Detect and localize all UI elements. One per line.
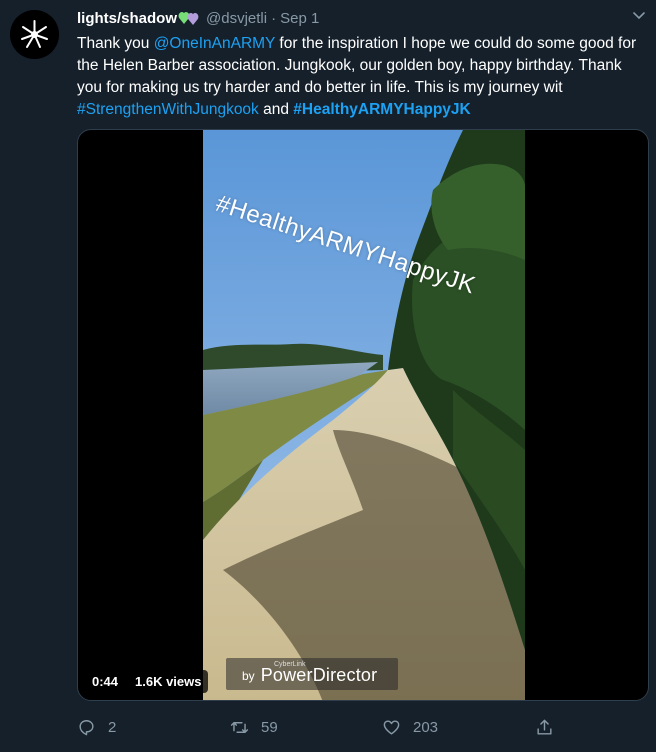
user-handle[interactable]: @dsvjetli bbox=[206, 10, 267, 27]
avatar[interactable] bbox=[10, 10, 59, 59]
watermark-brand: CyberLink bbox=[274, 661, 306, 668]
like-button[interactable]: 203 bbox=[382, 718, 438, 737]
video-duration-badge: 0:44 bbox=[86, 670, 125, 693]
more-options-button[interactable] bbox=[630, 9, 648, 23]
reply-count: 2 bbox=[108, 719, 117, 736]
retweet-count: 59 bbox=[261, 719, 278, 736]
retweet-button[interactable]: 59 bbox=[230, 718, 278, 737]
hashtag-link[interactable]: #StrengthenWithJungkook bbox=[77, 101, 259, 118]
retweet-icon bbox=[230, 722, 249, 733]
watermark-product: PowerDirector bbox=[260, 665, 378, 685]
reply-button[interactable]: 2 bbox=[77, 718, 116, 737]
like-count: 203 bbox=[413, 719, 439, 736]
tweet-text: Thank you @OneInAnARMY for the inspirati… bbox=[77, 33, 645, 121]
video-player[interactable]: #HealthyARMYHappyJK by CyberLink PowerDi… bbox=[77, 129, 649, 701]
tweet[interactable]: lights/shadow @dsvjetli · Sep 1 Thank yo… bbox=[0, 0, 656, 752]
text-segment: and bbox=[258, 101, 294, 118]
hearts-emoji-icon bbox=[178, 10, 200, 26]
separator-dot: · bbox=[271, 9, 277, 27]
heart-icon bbox=[383, 720, 400, 735]
powerdirector-watermark: by CyberLink PowerDirector bbox=[226, 658, 398, 690]
mention-link[interactable]: @OneInAnARMY bbox=[154, 35, 275, 52]
tweet-actions: 2 59 203 bbox=[77, 718, 557, 742]
text-segment: Thank you bbox=[77, 35, 154, 52]
chevron-down-icon bbox=[633, 12, 645, 20]
watermark-by: by bbox=[242, 669, 255, 683]
video-frame[interactable]: #HealthyARMYHappyJK bbox=[203, 130, 525, 700]
hashtag-link[interactable]: #HealthyARMYHappyJK bbox=[293, 101, 470, 118]
tweet-date[interactable]: Sep 1 bbox=[280, 10, 319, 27]
flower-logo-icon bbox=[10, 10, 59, 59]
display-name[interactable]: lights/shadow bbox=[77, 10, 177, 27]
share-button[interactable] bbox=[535, 718, 566, 737]
tweet-header: lights/shadow @dsvjetli · Sep 1 bbox=[77, 8, 319, 28]
reply-icon bbox=[79, 720, 94, 736]
share-icon bbox=[537, 719, 552, 735]
video-views-badge: 1.6K views bbox=[129, 670, 208, 693]
